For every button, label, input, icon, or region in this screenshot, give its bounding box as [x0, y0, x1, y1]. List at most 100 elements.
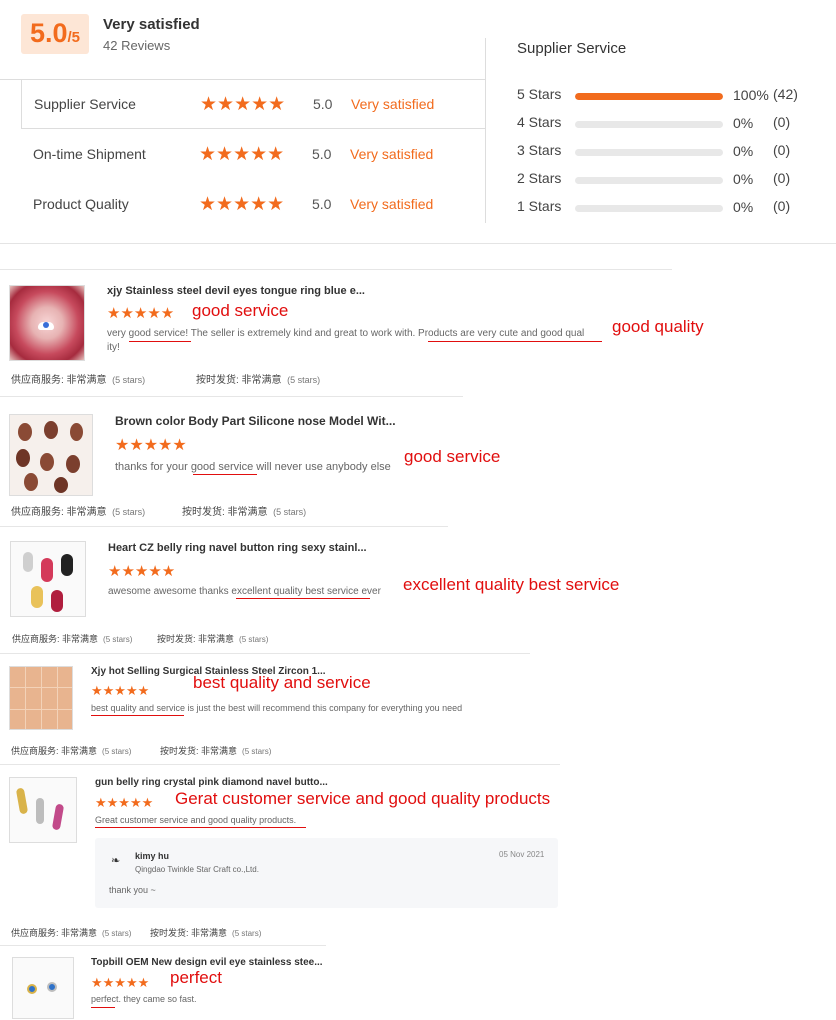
annotation-underline	[91, 1007, 115, 1008]
review-body: best quality and service is just the bes…	[91, 703, 463, 713]
reply-date: 05 Nov 2021	[499, 850, 545, 859]
divider	[485, 38, 486, 80]
reply-author: kimy hu	[135, 851, 170, 861]
summary-row-text: Very satisfied	[351, 96, 435, 112]
review-meta-supplier: 供应商服务: 非常满意 (5 stars)	[11, 928, 132, 938]
summary-row-stars: ★★★★★	[199, 143, 285, 165]
review-stars: ★★★★★	[95, 795, 154, 810]
breakdown-bar	[575, 177, 723, 184]
review-product-title[interactable]: xjy Stainless steel devil eyes tongue ri…	[107, 285, 365, 297]
divider	[0, 653, 530, 654]
review-stars: ★★★★★	[108, 563, 176, 580]
divider	[485, 128, 486, 223]
review-product-title[interactable]: gun belly ring crystal pink diamond nave…	[95, 777, 328, 788]
product-thumbnail[interactable]	[9, 414, 93, 496]
review-meta-supplier: 供应商服务: 非常满意 (5 stars)	[12, 634, 133, 644]
summary-row-text: Very satisfied	[350, 146, 434, 162]
annotation-underline	[91, 715, 184, 716]
divider	[0, 764, 560, 765]
annotation-underline	[95, 827, 306, 828]
summary-row-supplier-service[interactable]: Supplier Service ★★★★★ 5.0 Very satisfie…	[21, 79, 486, 129]
summary-row-label: On-time Shipment	[33, 146, 146, 162]
review-product-title[interactable]: Brown color Body Part Silicone nose Mode…	[115, 414, 396, 428]
rating-breakdown-row[interactable]: 1 Stars 0% (0)	[517, 198, 817, 218]
review-body-cont: ity!	[107, 342, 120, 353]
overall-rating-text: Very satisfied	[103, 16, 200, 33]
annotation-label: best quality and service	[193, 673, 371, 692]
breakdown-count: (0)	[773, 198, 791, 214]
review-body: awesome awesome thanks excellent quality…	[108, 586, 381, 597]
breakdown-label: 3 Stars	[517, 142, 562, 158]
breakdown-title: Supplier Service	[517, 40, 627, 57]
divider	[0, 945, 326, 946]
summary-row-value: 5.0	[312, 196, 332, 212]
review-count: 42 Reviews	[103, 38, 171, 53]
summary-row-label: Product Quality	[33, 196, 129, 212]
review-product-title[interactable]: Topbill OEM New design evil eye stainles…	[91, 957, 323, 968]
breakdown-label: 5 Stars	[517, 86, 562, 102]
review-product-title[interactable]: Heart CZ belly ring navel button ring se…	[108, 542, 367, 554]
breakdown-count: (0)	[773, 142, 791, 158]
rating-breakdown-row[interactable]: 2 Stars 0% (0)	[517, 170, 817, 190]
breakdown-bar	[575, 93, 723, 100]
breakdown-percent: 0%	[733, 171, 754, 187]
breakdown-percent: 100%	[733, 87, 769, 103]
review-body: perfect. they came so fast.	[91, 994, 197, 1004]
review-body: very good service! The seller is extreme…	[107, 328, 585, 339]
reply-company: Qingdao Twinkle Star Craft co.,Ltd.	[135, 865, 259, 874]
summary-row-value: 5.0	[312, 146, 332, 162]
breakdown-bar-fill	[575, 93, 723, 100]
breakdown-count: (42)	[773, 86, 798, 102]
breakdown-count: (0)	[773, 114, 791, 130]
overall-score-max: /5	[67, 29, 81, 46]
divider	[0, 269, 672, 270]
review-meta-supplier: 供应商服务: 非常满意 (5 stars)	[11, 375, 146, 386]
breakdown-percent: 0%	[733, 143, 754, 159]
product-thumbnail[interactable]	[9, 666, 73, 730]
annotation-label: good service	[192, 301, 289, 320]
divider	[0, 243, 836, 244]
seller-reply: ❧ kimy hu Qingdao Twinkle Star Craft co.…	[95, 838, 558, 908]
review-stars: ★★★★★	[91, 975, 150, 990]
breakdown-percent: 0%	[733, 115, 754, 131]
summary-row-label: Supplier Service	[34, 96, 136, 112]
review-body: thanks for your good service will never …	[115, 461, 391, 473]
summary-row-on-time-shipment[interactable]: On-time Shipment ★★★★★ 5.0 Very satisfie…	[21, 129, 486, 179]
overall-score: 5.0	[29, 18, 68, 48]
breakdown-bar	[575, 121, 723, 128]
product-thumbnail[interactable]	[12, 957, 74, 1019]
breakdown-label: 1 Stars	[517, 198, 562, 214]
divider	[0, 396, 463, 397]
summary-row-product-quality[interactable]: Product Quality ★★★★★ 5.0 Very satisfied	[21, 179, 486, 229]
review-body: Great customer service and good quality …	[95, 815, 297, 825]
annotation-underline	[236, 598, 370, 599]
annotation-underline	[193, 474, 257, 475]
breakdown-bar	[575, 205, 723, 212]
summary-row-text: Very satisfied	[350, 196, 434, 212]
review-meta-shipment: 按时发货: 非常满意 (5 stars)	[160, 746, 272, 756]
summary-row-value: 5.0	[313, 96, 333, 112]
rating-breakdown-row[interactable]: 4 Stars 0% (0)	[517, 114, 817, 134]
overall-score-badge: 5.0 /5	[21, 14, 89, 54]
review-meta-shipment: 按时发货: 非常满意 (5 stars)	[182, 507, 307, 518]
seller-logo-icon: ❧	[111, 855, 121, 867]
review-stars: ★★★★★	[115, 437, 187, 454]
rating-breakdown-row[interactable]: 3 Stars 0% (0)	[517, 142, 817, 162]
review-meta-shipment: 按时发货: 非常满意 (5 stars)	[150, 928, 262, 938]
product-thumbnail[interactable]	[9, 777, 77, 843]
breakdown-label: 2 Stars	[517, 170, 562, 186]
annotation-underline	[428, 341, 602, 342]
review-meta-shipment: 按时发货: 非常满意 (5 stars)	[196, 375, 321, 386]
annotation-label: good quality	[612, 317, 704, 336]
product-thumbnail[interactable]	[10, 541, 86, 617]
review-meta-supplier: 供应商服务: 非常满意 (5 stars)	[11, 746, 132, 756]
breakdown-label: 4 Stars	[517, 114, 562, 130]
annotation-label: good service	[404, 447, 501, 466]
divider	[0, 526, 448, 527]
review-meta-shipment: 按时发货: 非常满意 (5 stars)	[157, 634, 269, 644]
rating-breakdown-row[interactable]: 5 Stars 100% (42)	[517, 86, 817, 106]
annotation-label: perfect	[170, 968, 222, 987]
breakdown-bar	[575, 149, 723, 156]
summary-row-stars: ★★★★★	[200, 93, 286, 115]
product-thumbnail[interactable]	[9, 285, 85, 361]
